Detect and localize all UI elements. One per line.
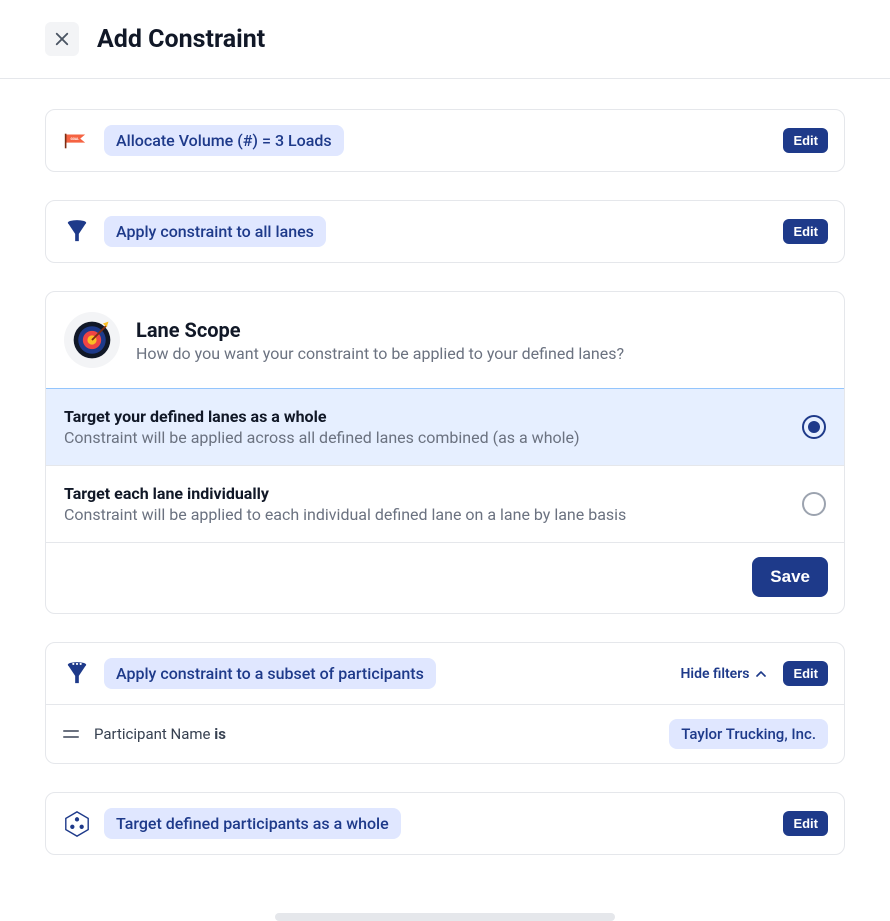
filter-value-chip: Taylor Trucking, Inc. [669, 719, 828, 749]
add-constraint-dialog: Add Constraint GOAL Allocate Volume (#) … [0, 0, 890, 921]
people-group-icon [62, 810, 92, 838]
lane-scope-title: Lane Scope [136, 318, 624, 342]
close-button[interactable] [45, 22, 79, 56]
dialog-header: Add Constraint [0, 0, 890, 79]
lanes-summary-card: Apply constraint to all lanes Edit [45, 200, 845, 263]
scope-option-whole[interactable]: Target your defined lanes as a whole Con… [46, 388, 844, 465]
participants-summary-card: Apply constraint to a subset of particip… [45, 642, 845, 764]
close-icon [53, 30, 71, 48]
lane-scope-header: Lane Scope How do you want your constrai… [46, 292, 844, 388]
filter-field: Participant Name [94, 725, 211, 743]
dialog-content: GOAL Allocate Volume (#) = 3 Loads Edit [0, 79, 890, 855]
lane-scope-card: Lane Scope How do you want your constrai… [45, 291, 845, 614]
card-row: GOAL Allocate Volume (#) = 3 Loads Edit [46, 110, 844, 171]
funnel-icon [62, 219, 92, 245]
option-subtitle: Constraint will be applied to each indiv… [64, 505, 802, 524]
filter-clause: Participant Name is [94, 725, 226, 743]
lane-scope-subtitle: How do you want your constraint to be ap… [136, 344, 624, 363]
svg-text:GOAL: GOAL [71, 137, 80, 141]
card-row: Apply constraint to all lanes Edit [46, 201, 844, 262]
radio-unselected[interactable] [802, 492, 826, 516]
target-icon [64, 312, 120, 368]
goal-flag-icon: GOAL [62, 131, 92, 151]
option-title: Target each lane individually [64, 484, 802, 503]
participants-badge: Apply constraint to a subset of particip… [104, 658, 436, 689]
edit-participants-button[interactable]: Edit [783, 661, 828, 686]
filter-lines-icon [62, 727, 80, 741]
hide-filters-toggle[interactable]: Hide filters [681, 666, 770, 682]
allocate-volume-summary-card: GOAL Allocate Volume (#) = 3 Loads Edit [45, 109, 845, 172]
card-row: Target defined participants as a whole E… [46, 793, 844, 854]
edit-participant-scope-button[interactable]: Edit [783, 811, 828, 836]
option-title: Target your defined lanes as a whole [64, 407, 802, 426]
participant-filter-row: Participant Name is Taylor Trucking, Inc… [46, 704, 844, 763]
lanes-badge: Apply constraint to all lanes [104, 216, 326, 247]
scrollbar-thumb[interactable] [275, 913, 615, 921]
funnel-people-icon [62, 661, 92, 687]
card-row: Apply constraint to a subset of particip… [46, 643, 844, 704]
radio-selected[interactable] [802, 415, 826, 439]
option-subtitle: Constraint will be applied across all de… [64, 428, 802, 447]
save-button[interactable]: Save [752, 557, 828, 597]
edit-lanes-button[interactable]: Edit [783, 219, 828, 244]
lane-scope-text: Lane Scope How do you want your constrai… [136, 318, 624, 363]
edit-allocate-volume-button[interactable]: Edit [783, 128, 828, 153]
scope-option-individual[interactable]: Target each lane individually Constraint… [46, 465, 844, 542]
option-text: Target your defined lanes as a whole Con… [64, 407, 802, 447]
participant-scope-summary-card: Target defined participants as a whole E… [45, 792, 845, 855]
chevron-up-icon [753, 666, 769, 682]
dialog-title: Add Constraint [97, 25, 265, 54]
hide-filters-label: Hide filters [681, 666, 750, 682]
save-row: Save [46, 542, 844, 613]
option-text: Target each lane individually Constraint… [64, 484, 802, 524]
allocate-volume-badge: Allocate Volume (#) = 3 Loads [104, 125, 344, 156]
participant-scope-badge: Target defined participants as a whole [104, 808, 401, 839]
filter-operator: is [214, 725, 226, 743]
